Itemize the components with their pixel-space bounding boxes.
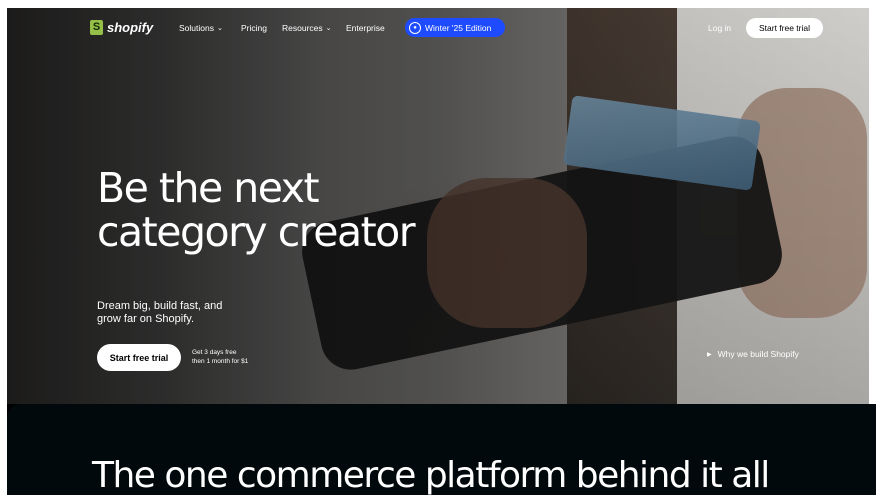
winter-edition-button[interactable]: ● Winter '25 Edition: [405, 18, 505, 37]
shopify-logo[interactable]: S shopify: [90, 20, 153, 35]
nav-item-label: Resources: [282, 23, 323, 33]
why-we-build-link[interactable]: ▶ Why we build Shopify: [707, 349, 799, 359]
start-free-trial-nav-button[interactable]: Start free trial: [746, 18, 823, 38]
logo-text: shopify: [107, 20, 154, 35]
edition-label: Winter '25 Edition: [425, 22, 492, 33]
chevron-down-icon: ⌄: [216, 25, 223, 32]
trial-note-line1: Get 3 days free: [192, 349, 237, 356]
play-icon: ▶: [707, 351, 712, 358]
top-nav: S shopify Solutions ⌄ Pricing Resources …: [7, 8, 869, 46]
edition-badge-icon: ●: [409, 21, 421, 34]
hero-headline-line2: category creator: [97, 208, 416, 256]
chevron-down-icon: ⌄: [325, 25, 332, 32]
shopify-bag-icon: S: [90, 20, 103, 35]
hero-headline-line1: Be the next: [97, 164, 320, 212]
nav-item-label: Pricing: [241, 23, 267, 33]
hero-sub-line2: grow far on Shopify.: [97, 313, 195, 325]
hero-headline: Be the next category creator: [97, 164, 416, 256]
hero-sub-line1: Dream big, build fast, and: [97, 300, 223, 312]
hero-section: S shopify Solutions ⌄ Pricing Resources …: [7, 8, 869, 404]
why-label: Why we build Shopify: [717, 349, 799, 359]
platform-section: The one commerce platform behind it all: [7, 404, 876, 495]
login-link[interactable]: Log in: [708, 23, 731, 33]
start-free-trial-button[interactable]: Start free trial: [97, 344, 181, 371]
hero-subheadline: Dream big, build fast, and grow far on S…: [97, 300, 257, 326]
nav-item-resources[interactable]: Resources ⌄: [282, 23, 332, 33]
section-title: The one commerce platform behind it all: [92, 455, 770, 495]
platform-panel: The one commerce platform behind it all: [7, 404, 876, 495]
trial-offer-note: Get 3 days free then 1 month for $1: [192, 348, 248, 366]
nav-item-pricing[interactable]: Pricing: [241, 23, 267, 33]
nav-item-label: Enterprise: [346, 23, 385, 33]
trial-note-line2: then 1 month for $1: [192, 358, 249, 365]
nav-item-enterprise[interactable]: Enterprise: [346, 23, 385, 33]
nav-item-label: Solutions: [179, 23, 214, 33]
nav-item-solutions[interactable]: Solutions ⌄: [179, 23, 223, 33]
page: S shopify Solutions ⌄ Pricing Resources …: [0, 0, 876, 495]
